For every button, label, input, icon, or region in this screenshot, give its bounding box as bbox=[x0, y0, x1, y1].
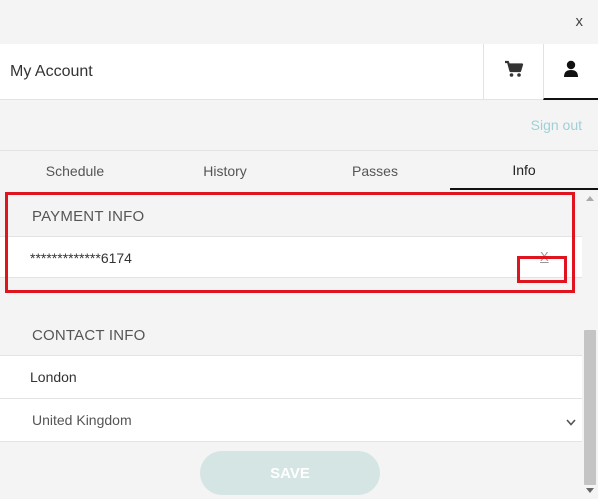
app-header: My Account bbox=[0, 44, 598, 100]
window-topbar: x bbox=[0, 0, 598, 44]
payment-info-heading: PAYMENT INFO bbox=[32, 208, 145, 225]
scrollbar-thumb[interactable] bbox=[584, 330, 596, 485]
info-panel: PAYMENT INFO *************6174 X CONTACT… bbox=[0, 190, 582, 499]
scrollbar[interactable] bbox=[582, 190, 598, 499]
account-button[interactable] bbox=[543, 44, 598, 100]
city-value: London bbox=[30, 369, 77, 385]
page-title: My Account bbox=[10, 63, 93, 80]
city-field[interactable]: London bbox=[0, 355, 582, 399]
scroll-up-arrow-icon[interactable] bbox=[586, 196, 594, 201]
account-tabs: Schedule History Passes Info bbox=[0, 150, 598, 190]
remove-card-button[interactable]: X bbox=[540, 249, 549, 264]
sign-out-link[interactable]: Sign out bbox=[531, 117, 582, 133]
payment-card-row: *************6174 X bbox=[0, 236, 582, 278]
user-icon bbox=[563, 60, 579, 83]
country-select[interactable]: United Kingdom bbox=[0, 398, 582, 442]
chevron-down-icon bbox=[566, 413, 576, 431]
tab-history[interactable]: History bbox=[150, 151, 300, 190]
country-value: United Kingdom bbox=[32, 412, 132, 428]
cart-button[interactable] bbox=[483, 44, 543, 99]
tab-passes[interactable]: Passes bbox=[300, 151, 450, 190]
tab-schedule[interactable]: Schedule bbox=[0, 151, 150, 190]
contact-info-heading: CONTACT INFO bbox=[32, 327, 146, 344]
tab-info[interactable]: Info bbox=[450, 151, 598, 190]
close-button[interactable]: x bbox=[576, 13, 584, 30]
cart-icon bbox=[504, 60, 524, 83]
card-number: *************6174 bbox=[30, 250, 132, 266]
scroll-down-arrow-icon[interactable] bbox=[586, 488, 594, 493]
save-button[interactable]: SAVE bbox=[200, 451, 380, 495]
